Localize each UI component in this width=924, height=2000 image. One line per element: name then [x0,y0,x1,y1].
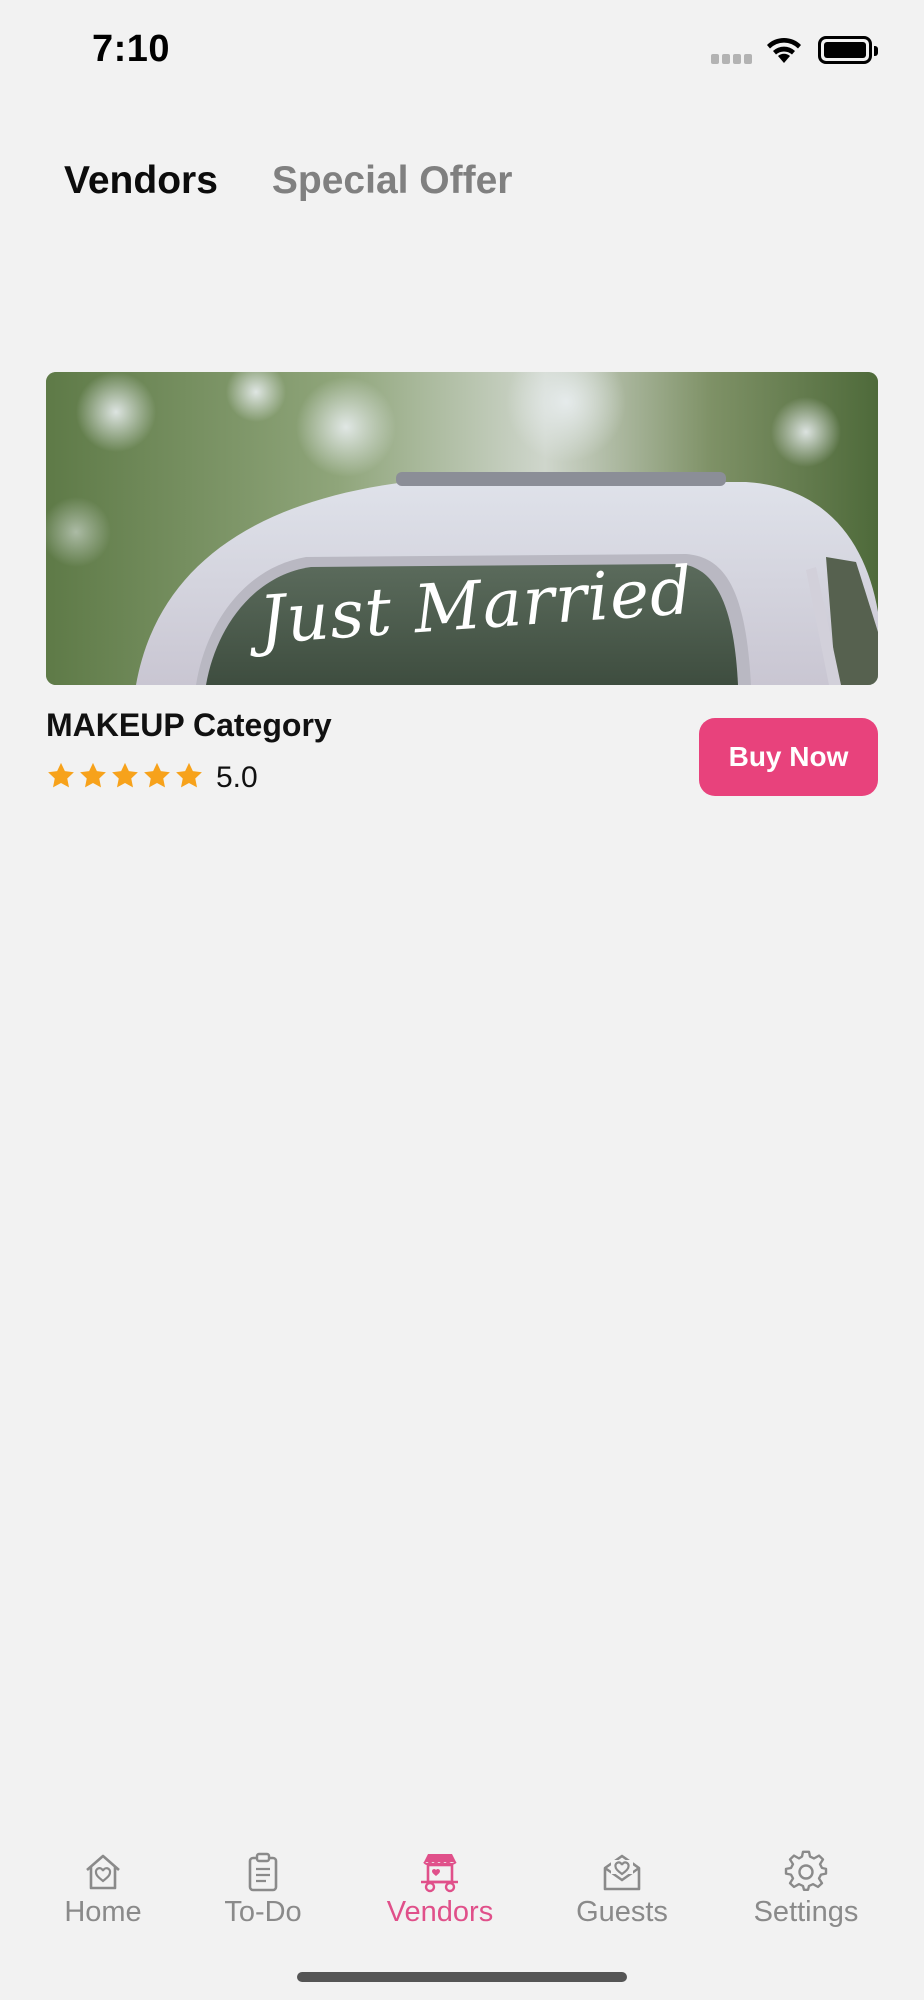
star-icon [176,762,202,788]
star-icon [80,762,106,788]
nav-item-vendors[interactable]: Vendors [384,1850,496,1929]
vendor-category-title: MAKEUP Category [46,707,332,743]
gear-icon [784,1850,828,1891]
status-time: 7:10 [92,28,171,70]
nav-label-settings: Settings [753,1896,859,1928]
vendor-image[interactable]: Just Married [46,372,878,685]
clipboard-icon [248,1852,278,1892]
nav-label-vendors: Vendors [386,1896,494,1928]
nav-label-home: Home [64,1896,142,1928]
status-bar: 7:10 [0,0,924,100]
vendor-card[interactable]: Just Married MAKEUP Category 5.0 Buy Now [46,372,878,796]
home-heart-icon [86,1854,120,1890]
nav-item-settings[interactable]: Settings [749,1850,863,1929]
nav-label-guests: Guests [576,1896,668,1928]
buy-now-button[interactable]: Buy Now [699,718,878,796]
star-icon [144,762,170,788]
star-icon [48,762,74,788]
tab-special-offer[interactable]: Special Offer [272,155,513,207]
envelope-heart-icon [603,1854,641,1891]
bottom-nav: Home To-Do Vendors Guests Settings [0,1850,924,1960]
top-tabs: Vendors Special Offer [64,155,512,207]
rating: 5.0 [46,757,258,795]
cellular-signal-icon [711,54,753,64]
home-indicator [297,1972,627,1982]
rating-value: 5.0 [216,761,258,794]
nav-item-todo[interactable]: To-Do [219,1850,307,1929]
battery-icon [818,36,878,64]
wifi-icon [767,37,801,63]
nav-item-home[interactable]: Home [60,1850,146,1929]
nav-label-todo: To-Do [224,1896,302,1928]
tab-vendors[interactable]: Vendors [64,155,218,207]
nav-item-guests[interactable]: Guests [575,1850,669,1929]
vendor-cart-icon [421,1854,458,1893]
star-icon [112,762,138,788]
